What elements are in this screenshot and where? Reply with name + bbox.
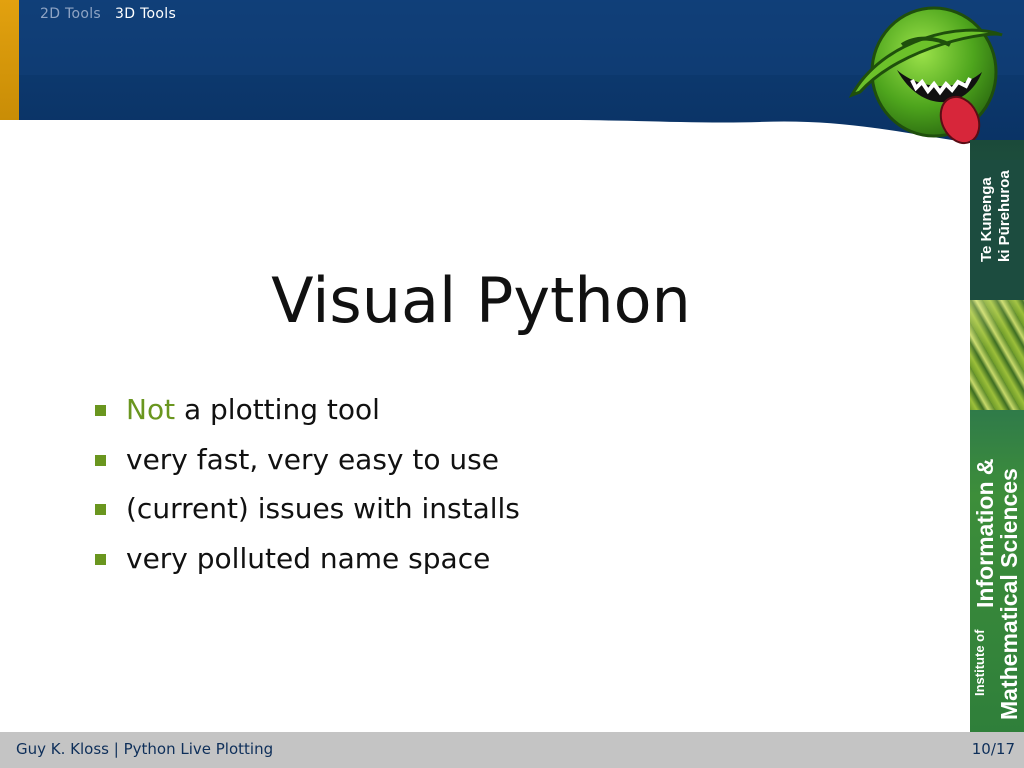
bullet-text: (current) issues with installs bbox=[126, 492, 520, 525]
square-bullet-icon bbox=[95, 504, 106, 515]
square-bullet-icon bbox=[95, 553, 106, 565]
maori-name-line-2: ki Pūrehuroa bbox=[996, 170, 1013, 262]
square-bullet-icon bbox=[95, 454, 106, 466]
list-item: very fast, very easy to use bbox=[95, 440, 520, 490]
bullet-text: very fast, very easy to use bbox=[126, 442, 499, 476]
emphasis-text: Not bbox=[126, 393, 176, 426]
gold-accent-strip bbox=[0, 0, 19, 120]
list-item: Not a plotting tool bbox=[95, 390, 520, 440]
sidebar-decorative-image bbox=[970, 300, 1024, 410]
list-item: very polluted name space bbox=[95, 539, 520, 589]
institute-name-line-1: Information & bbox=[972, 458, 998, 609]
footer-separator: | bbox=[113, 740, 119, 758]
institute-sidebar: Te Kunenga ki Pūrehuroa Institute of Inf… bbox=[970, 140, 1024, 732]
footer-info: Guy K. Kloss | Python Live Plotting bbox=[16, 740, 273, 758]
bullet-text: very polluted name space bbox=[126, 541, 491, 575]
nav-item-3d-tools[interactable]: 3D Tools bbox=[115, 6, 176, 24]
header-banner: 2D Tools 3D Tools bbox=[0, 0, 1024, 150]
maori-name-line-1: Te Kunenga bbox=[978, 177, 995, 262]
institute-prefix: Institute of bbox=[972, 629, 987, 696]
square-bullet-icon bbox=[95, 405, 106, 416]
nav-item-2d-tools[interactable]: 2D Tools bbox=[40, 6, 101, 24]
bullet-text: a plotting tool bbox=[175, 393, 380, 426]
footer-talk-title: Python Live Plotting bbox=[123, 740, 274, 758]
page-number: 10/17 bbox=[971, 740, 1015, 758]
slide-footer: Guy K. Kloss | Python Live Plotting 10/1… bbox=[0, 732, 1024, 768]
section-navigation: 2D Tools 3D Tools bbox=[40, 6, 176, 24]
list-item: (current) issues with installs bbox=[95, 489, 520, 539]
slide-title: Visual Python bbox=[271, 264, 691, 337]
institute-name-line-2: Mathematical Sciences bbox=[996, 468, 1022, 720]
bullet-list: Not a plotting tool very fast, very easy… bbox=[95, 390, 520, 588]
footer-author: Guy K. Kloss bbox=[16, 740, 109, 758]
